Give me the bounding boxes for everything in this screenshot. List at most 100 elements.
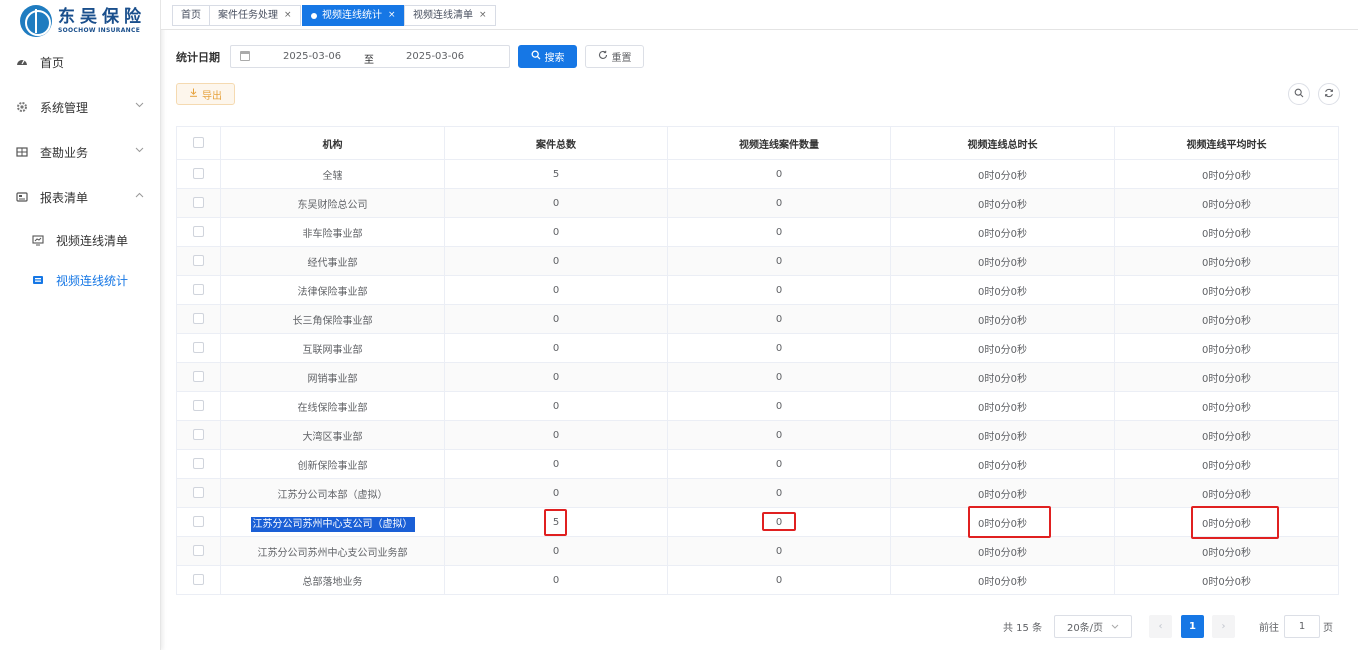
cell-value: 0时0分0秒 xyxy=(977,489,1028,501)
row-select-cell[interactable] xyxy=(176,304,221,334)
row-select-cell[interactable] xyxy=(176,246,221,276)
close-icon[interactable]: × xyxy=(388,6,396,25)
sidebar-item-video-list[interactable]: 视频连线清单 xyxy=(0,220,160,260)
row-checkbox[interactable] xyxy=(193,197,204,209)
tab-home[interactable]: 首页 xyxy=(172,5,210,26)
prev-page-button[interactable]: ‹ xyxy=(1149,615,1172,638)
table-row[interactable]: 网销事业部 0 0 0时0分0秒 0时0分0秒 xyxy=(176,362,1339,392)
cell-value: 0时0分0秒 xyxy=(1201,547,1252,559)
table-row[interactable]: 互联网事业部 0 0 0时0分0秒 0时0分0秒 xyxy=(176,333,1339,363)
table-row[interactable]: 非车险事业部 0 0 0时0分0秒 0时0分0秒 xyxy=(176,217,1339,247)
sidebar: 东吴保险 SOOCHOW INSURANCE 首页 系统管理 查勘业务 报表清单 xyxy=(0,0,161,650)
table-cell: 0时0分0秒 xyxy=(1114,565,1339,595)
row-select-cell[interactable] xyxy=(176,333,221,363)
table-row[interactable]: 东吴财险总公司 0 0 0时0分0秒 0时0分0秒 xyxy=(176,188,1339,218)
row-checkbox[interactable] xyxy=(193,371,204,383)
row-select-cell[interactable] xyxy=(176,449,221,479)
table-cell: 0时0分0秒 xyxy=(1114,333,1339,363)
column-header: 机构 xyxy=(220,126,445,160)
row-checkbox[interactable] xyxy=(193,342,204,354)
table-row[interactable]: 经代事业部 0 0 0时0分0秒 0时0分0秒 xyxy=(176,246,1339,276)
row-checkbox[interactable] xyxy=(193,429,204,441)
table-row[interactable]: 法律保险事业部 0 0 0时0分0秒 0时0分0秒 xyxy=(176,275,1339,305)
sidebar-item-system[interactable]: 系统管理 xyxy=(0,87,160,127)
row-checkbox[interactable] xyxy=(193,458,204,470)
table-row[interactable]: 江苏分公司苏州中心支公司业务部 0 0 0时0分0秒 0时0分0秒 xyxy=(176,536,1339,566)
row-checkbox[interactable] xyxy=(193,284,204,296)
table-cell: 0时0分0秒 xyxy=(890,505,1115,538)
table-cell: 0 xyxy=(667,275,891,305)
table-row[interactable]: 长三角保险事业部 0 0 0时0分0秒 0时0分0秒 xyxy=(176,304,1339,334)
row-checkbox[interactable] xyxy=(193,516,204,528)
row-checkbox[interactable] xyxy=(193,168,204,180)
row-select-cell[interactable] xyxy=(176,275,221,305)
search-icon xyxy=(1294,88,1304,101)
row-select-cell[interactable] xyxy=(176,217,221,247)
cell-value: 0 xyxy=(552,487,560,499)
table-cell: 0 xyxy=(667,333,891,363)
search-button[interactable]: 搜索 xyxy=(518,45,577,68)
row-checkbox[interactable] xyxy=(193,226,204,238)
table-cell: 0时0分0秒 xyxy=(1114,362,1339,392)
end-date-input[interactable]: 2025-03-06 xyxy=(406,51,464,62)
row-checkbox[interactable] xyxy=(193,400,204,412)
cell-value: 0 xyxy=(775,574,783,586)
table-row[interactable]: 在线保险事业部 0 0 0时0分0秒 0时0分0秒 xyxy=(176,391,1339,421)
select-all-cell[interactable] xyxy=(176,126,221,160)
sidebar-item-survey[interactable]: 查勘业务 xyxy=(0,132,160,172)
sidebar-item-home[interactable]: 首页 xyxy=(0,42,160,82)
reset-button[interactable]: 重置 xyxy=(585,45,644,68)
row-select-cell[interactable] xyxy=(176,536,221,566)
table-row[interactable]: 江苏分公司本部（虚拟） 0 0 0时0分0秒 0时0分0秒 xyxy=(176,478,1339,508)
tab-video-list[interactable]: 视频连线清单 × xyxy=(404,5,496,26)
close-icon[interactable]: × xyxy=(284,6,292,25)
table-cell: 长三角保险事业部 xyxy=(220,304,445,334)
row-select-cell[interactable] xyxy=(176,478,221,508)
table-cell: 0 xyxy=(444,304,668,334)
row-checkbox[interactable] xyxy=(193,574,204,586)
row-select-cell[interactable] xyxy=(176,507,221,537)
row-select-cell[interactable] xyxy=(176,420,221,450)
table-cell: 0时0分0秒 xyxy=(1114,304,1339,334)
sidebar-item-video-stats[interactable]: 视频连线统计 xyxy=(0,260,160,300)
org-name: 网销事业部 xyxy=(307,373,358,385)
table-row[interactable]: 创新保险事业部 0 0 0时0分0秒 0时0分0秒 xyxy=(176,449,1339,479)
goto-page-input[interactable] xyxy=(1284,615,1320,638)
row-select-cell[interactable] xyxy=(176,391,221,421)
table-row[interactable]: 总部落地业务 0 0 0时0分0秒 0时0分0秒 xyxy=(176,565,1339,595)
report-icon xyxy=(16,191,28,203)
toggle-search-button[interactable] xyxy=(1288,83,1310,105)
sidebar-item-reports[interactable]: 报表清单 xyxy=(0,177,160,217)
table-row[interactable]: 全辖 5 0 0时0分0秒 0时0分0秒 xyxy=(176,159,1339,189)
row-checkbox[interactable] xyxy=(193,313,204,325)
tab-video-stats[interactable]: 视频连线统计 × xyxy=(302,5,405,26)
start-date-input[interactable]: 2025-03-06 xyxy=(283,51,341,62)
page-number-1[interactable]: 1 xyxy=(1181,615,1204,638)
cell-value: 0时0分0秒 xyxy=(1201,286,1252,298)
row-checkbox[interactable] xyxy=(193,545,204,557)
export-button[interactable]: 导出 xyxy=(176,83,235,105)
cell-value: 0 xyxy=(552,226,560,238)
table-cell: 法律保险事业部 xyxy=(220,275,445,305)
table-cell: 0时0分0秒 xyxy=(890,362,1115,392)
row-select-cell[interactable] xyxy=(176,159,221,189)
table-row[interactable]: 大湾区事业部 0 0 0时0分0秒 0时0分0秒 xyxy=(176,420,1339,450)
close-icon[interactable]: × xyxy=(479,6,487,25)
row-checkbox[interactable] xyxy=(193,255,204,267)
sidebar-item-label: 首页 xyxy=(40,55,65,70)
row-select-cell[interactable] xyxy=(176,565,221,595)
tab-case-tasks[interactable]: 案件任务处理 × xyxy=(209,5,301,26)
page-size-select[interactable]: 20条/页 xyxy=(1054,615,1132,638)
table-row[interactable]: 江苏分公司苏州中心支公司（虚拟） 5 0 0时0分0秒 0时0分0秒 xyxy=(176,505,1339,539)
row-select-cell[interactable] xyxy=(176,188,221,218)
date-label: 统计日期 xyxy=(176,51,220,64)
next-page-button[interactable]: › xyxy=(1212,615,1235,638)
row-select-cell[interactable] xyxy=(176,362,221,392)
table-cell: 0 xyxy=(667,246,891,276)
column-header: 案件总数 xyxy=(444,126,668,160)
date-range-picker[interactable]: 2025-03-06 至 2025-03-06 xyxy=(230,45,510,68)
refresh-button[interactable] xyxy=(1318,83,1340,105)
table-cell: 0时0分0秒 xyxy=(890,159,1115,189)
select-all-checkbox[interactable] xyxy=(193,137,204,149)
row-checkbox[interactable] xyxy=(193,487,204,499)
